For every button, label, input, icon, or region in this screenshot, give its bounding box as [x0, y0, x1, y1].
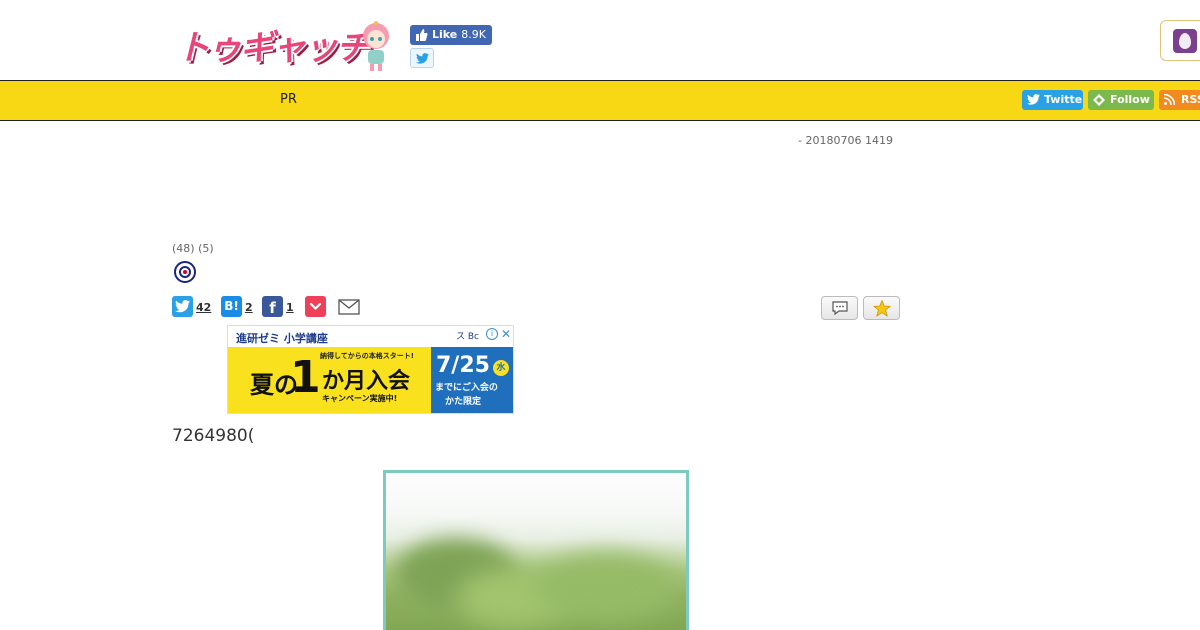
twitter-button-label: Twitter: [1044, 93, 1083, 106]
post-text: 7264980(: [172, 426, 255, 446]
post-counts: (48) (5): [172, 242, 214, 255]
hatena-bookmark-icon: B!: [221, 296, 242, 317]
share-mail[interactable]: [338, 296, 360, 318]
follow-button-label: Follow: [1110, 93, 1150, 106]
nav-bar: PR Twitter Follow RSS: [0, 80, 1200, 121]
twitter-tweet-button[interactable]: [410, 48, 434, 68]
header-app-button[interactable]: [1160, 20, 1200, 61]
comment-icon: [832, 301, 848, 316]
ad-close-icon[interactable]: ✕: [501, 327, 511, 341]
ad-until-line1: までにご入会の: [435, 383, 498, 393]
ad-header: 進研ゼミ 小学講座 ス Bc i ✕: [228, 326, 513, 347]
feedly-follow-button[interactable]: Follow: [1088, 90, 1154, 110]
egg-icon: [1173, 29, 1197, 53]
roundel-icon[interactable]: [174, 261, 196, 283]
nav-pr-link[interactable]: PR: [280, 92, 297, 107]
comment-button[interactable]: [821, 296, 858, 320]
post-photo[interactable]: [383, 470, 689, 630]
ad-main-panel: 納得してからの本格スタート! 夏の 1 か月入会 キャンペーン実施中!: [228, 347, 431, 413]
pocket-icon: [305, 296, 326, 317]
twitter-follow-button[interactable]: Twitter: [1022, 90, 1083, 110]
rss-button-label: RSS: [1181, 93, 1200, 106]
ad-date-panel: 7/25 水 までにご入会の かた限定: [431, 347, 513, 413]
follow-icon: [1093, 94, 1105, 106]
like-count: 8.9K: [461, 28, 486, 41]
site-logo[interactable]: トゥギャッチ: [176, 18, 398, 74]
ad-banner[interactable]: 進研ゼミ 小学講座 ス Bc i ✕ 納得してからの本格スタート! 夏の 1 か…: [227, 325, 514, 414]
twitter-bird-icon: [416, 53, 429, 64]
ad-until-line2: かた限定: [445, 397, 482, 407]
twitter-bird-icon: [172, 296, 193, 317]
facebook-icon: f: [262, 296, 283, 317]
post-date: - 20180706 1419: [798, 134, 893, 147]
share-twitter-count[interactable]: 42: [196, 301, 211, 314]
ad-date: 7/25: [436, 353, 490, 378]
twitter-bird-icon: [1027, 94, 1040, 105]
star-icon: [873, 300, 891, 317]
mail-icon: [338, 299, 360, 315]
facebook-like-button[interactable]: Like 8.9K: [410, 25, 492, 45]
mascot-icon: [363, 21, 389, 71]
share-facebook-count[interactable]: 1: [286, 301, 294, 314]
facebook-thumb-icon: [416, 29, 428, 41]
share-hatena-count[interactable]: 2: [245, 301, 253, 314]
ad-weekday: 水: [493, 360, 509, 376]
rss-icon: [1164, 94, 1175, 105]
favorite-button[interactable]: [863, 296, 900, 320]
logo-text: トゥギャッチ: [176, 28, 370, 68]
ad-one: 1: [290, 352, 321, 403]
site-header: トゥギャッチ Like 8.9K: [0, 0, 1200, 80]
ad-tagline: 納得してからの本格スタート!: [320, 352, 414, 360]
ad-nyukai: か月入会: [322, 369, 411, 394]
like-label: Like: [432, 28, 458, 41]
ad-campaign: キャンペーン実施中!: [322, 394, 398, 403]
rss-button[interactable]: RSS: [1159, 90, 1200, 110]
share-bar: 42 B! 2 f 1: [172, 296, 372, 318]
ad-title: 進研ゼミ 小学講座: [236, 332, 328, 345]
ad-choices-label[interactable]: ス Bc: [456, 329, 479, 342]
ad-info-icon[interactable]: i: [486, 328, 498, 340]
